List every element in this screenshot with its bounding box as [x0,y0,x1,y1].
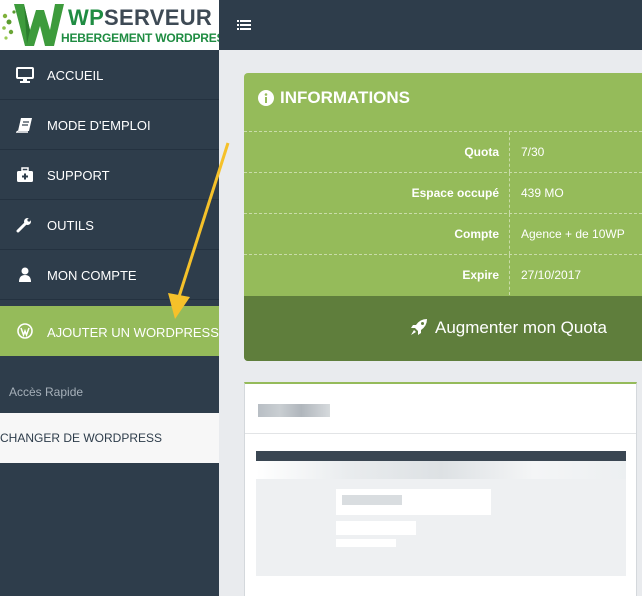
info-row-quota: Quota 7/30 [244,131,642,172]
book-icon [16,118,32,133]
blurred-block [342,495,402,505]
sidebar-item-label: MODE D'EMPLOI [47,118,151,133]
sidebar-item-label: SUPPORT [47,168,110,183]
annotation-arrow [168,142,230,319]
row-divider [509,255,510,295]
wordpress-icon [17,323,33,339]
info-label: Compte [454,227,499,241]
user-icon [19,267,31,282]
info-label: Expire [462,268,499,282]
top-bar [219,0,642,50]
blurred-screenshot-nav [256,461,626,479]
quick-access-title: Accès Rapide [9,385,84,399]
augmenter-quota-button[interactable]: Augmenter mon Quota [244,296,642,361]
sidebar-item-label: ACCUEIL [47,68,104,83]
blurred-panel [244,382,637,596]
medkit-icon [17,167,33,182]
blurred-block [336,539,396,547]
blurred-block [336,521,416,535]
info-row-espace: Espace occupé 439 MO [244,172,642,213]
sidebar-item-label: OUTILS [47,218,94,233]
informations-header: INFORMATIONS [244,73,642,131]
info-value: 439 MO [521,186,564,200]
augmenter-quota-label: Augmenter mon Quota [435,318,607,337]
rocket-icon [411,319,427,335]
row-divider [509,132,510,172]
blurred-panel-header [245,384,636,434]
logo-title: WPSERVEUR [68,5,213,30]
row-divider [509,214,510,254]
wrench-icon [16,218,31,233]
blurred-screenshot [256,451,626,576]
logo-subtitle: HEBERGEMENT WORDPRESS [61,31,219,45]
sidebar-item-accueil[interactable]: ACCUEIL [0,50,219,100]
blurred-title [258,404,330,417]
informations-title: INFORMATIONS [280,88,411,107]
quick-link-changer-wordpress[interactable]: CHANGER DE WORDPRESS [0,413,219,463]
info-row-expire: Expire 27/10/2017 [244,254,642,295]
desktop-icon [16,67,34,83]
wp-logo-mark [2,4,64,46]
sidebar-item-label: AJOUTER UN WORDPRESS [47,325,219,340]
info-value: 27/10/2017 [521,268,582,282]
info-label: Quota [464,145,499,159]
informations-panel: INFORMATIONS Quota 7/30 Espace occupé 43… [244,73,642,361]
quick-link-label: CHANGER DE WORDPRESS [0,431,163,445]
blurred-screenshot-bar [256,451,626,461]
info-label: Espace occupé [411,186,499,200]
logo[interactable]: WPSERVEUR HEBERGEMENT WORDPRESS [0,0,219,50]
info-circle-icon [258,90,274,106]
row-divider [509,173,510,213]
info-value: 7/30 [521,145,545,159]
hamburger-icon[interactable] [237,19,251,31]
info-value: Agence + de 10WP [521,227,625,241]
sidebar-item-label: MON COMPTE [47,268,137,283]
info-row-compte: Compte Agence + de 10WP [244,213,642,254]
